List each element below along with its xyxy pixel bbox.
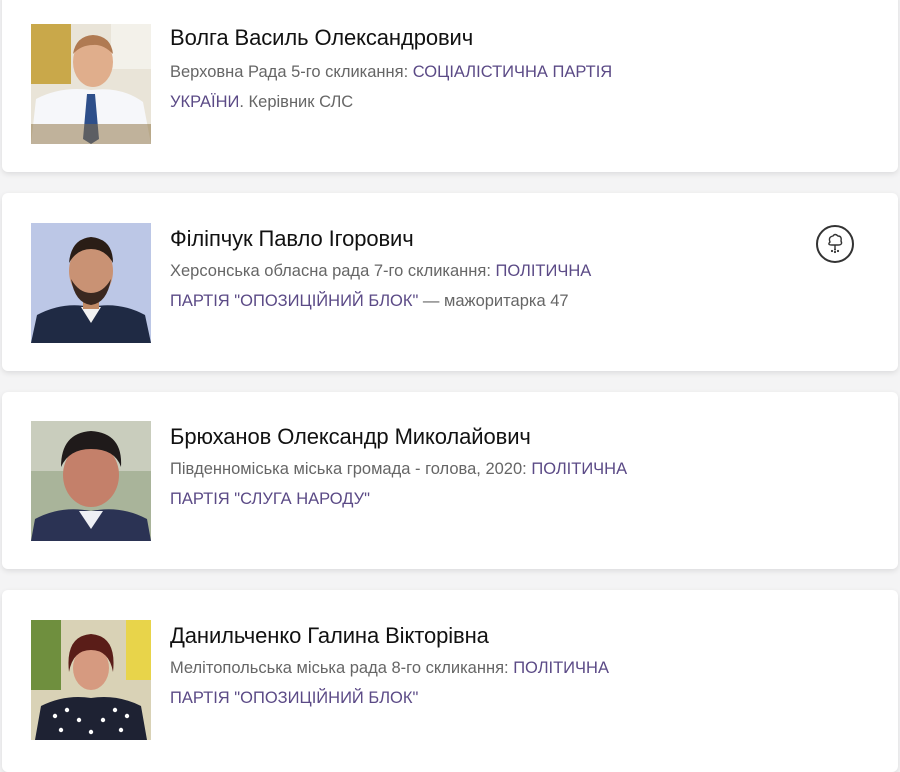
person-description: Херсонська обласна рада 7-го скликання: … [170, 256, 640, 316]
person-name[interactable]: Волга Василь Олександрович [170, 25, 473, 51]
person-name[interactable]: Брюханов Олександр Миколайович [170, 424, 531, 450]
position-text: Херсонська обласна рада 7-го скликання: [170, 262, 496, 280]
position-text: Південноміська міська громада - голова, … [170, 460, 532, 478]
position-text: Мелітопольська міська рада 8-го скликанн… [170, 659, 514, 677]
person-description: Верховна Рада 5-го скликання: СОЦІАЛІСТИ… [170, 57, 640, 117]
person-name[interactable]: Філіпчук Павло Ігорович [170, 226, 414, 252]
person-card[interactable]: Данильченко Галина Вікторівна Мелітополь… [2, 590, 898, 772]
person-photo[interactable] [31, 24, 151, 144]
person-photo[interactable] [31, 223, 151, 343]
person-description: Південноміська міська громада - голова, … [170, 454, 640, 514]
person-description: Мелітопольська міська рада 8-го скликанн… [170, 653, 640, 713]
position-suffix: . Керівник СЛС [239, 93, 354, 111]
person-photo[interactable] [31, 620, 151, 740]
person-card[interactable]: Брюханов Олександр Миколайович Південном… [2, 392, 898, 569]
person-name[interactable]: Данильченко Галина Вікторівна [170, 623, 489, 649]
person-card[interactable]: Філіпчук Павло Ігорович Херсонська облас… [2, 193, 898, 371]
person-card[interactable]: Волга Василь Олександрович Верховна Рада… [2, 0, 898, 172]
position-suffix: — мажоритарка 47 [418, 292, 569, 310]
position-text: Верховна Рада 5-го скликання: [170, 63, 413, 81]
person-photo[interactable] [31, 421, 151, 541]
money-tree-icon[interactable] [816, 225, 854, 263]
